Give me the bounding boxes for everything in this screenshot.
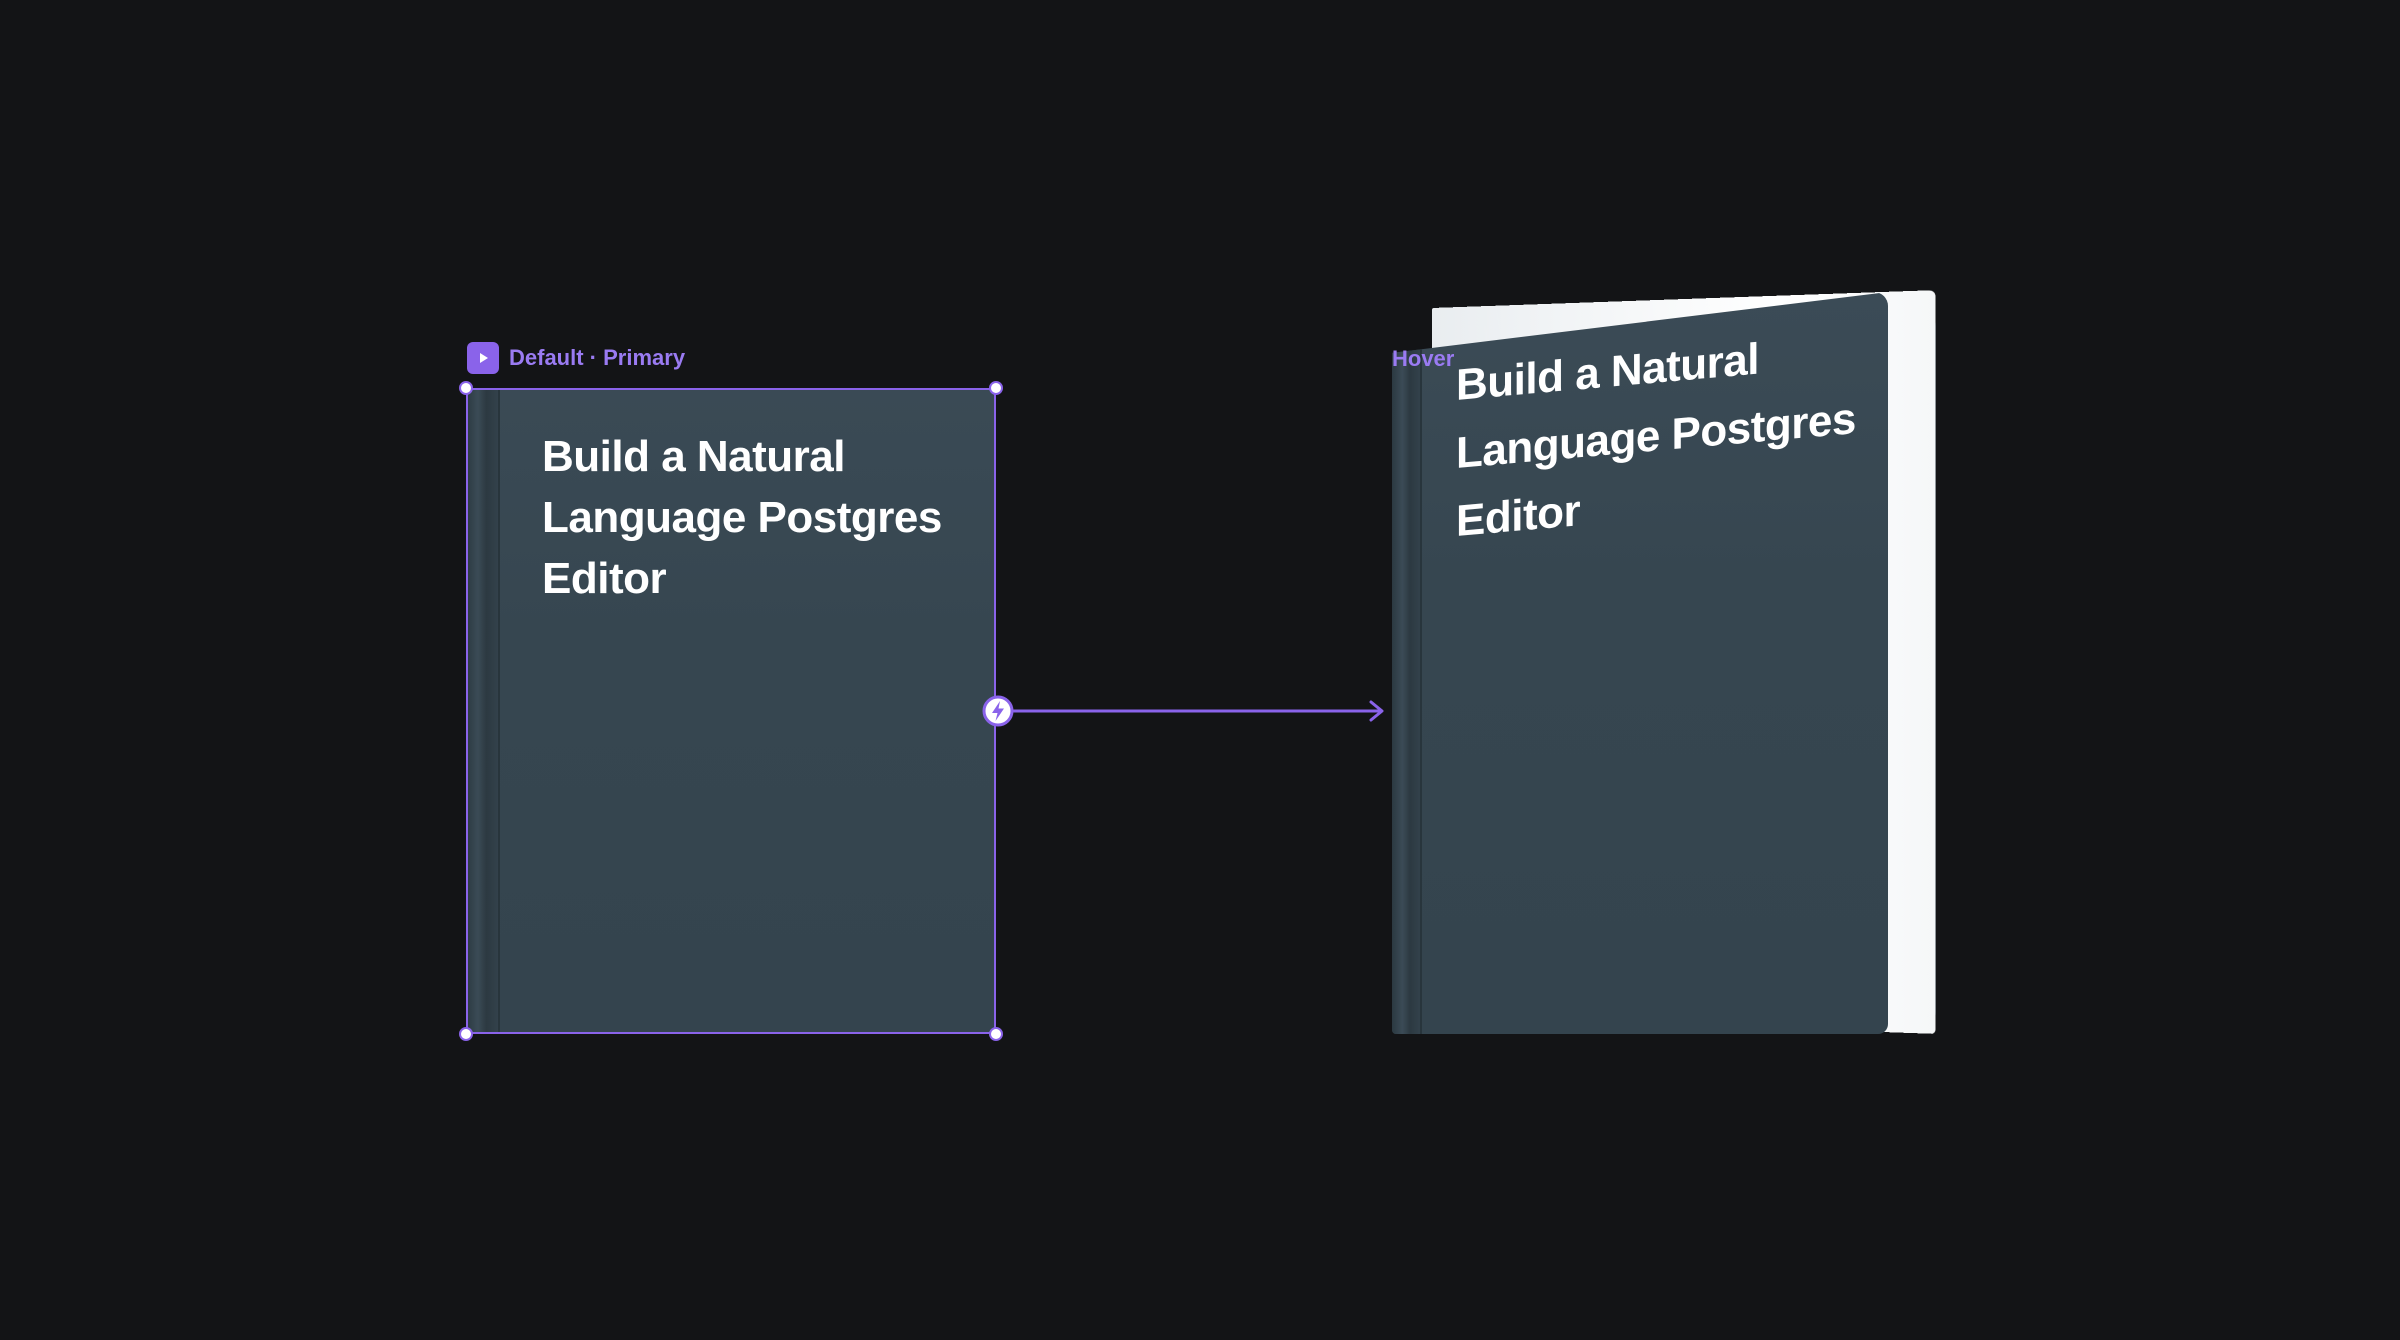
resize-handle-top-left[interactable] — [459, 381, 473, 395]
variant-hover[interactable]: Build a Natural Language Postgres Editor — [1392, 290, 1944, 1036]
variant-label-hover[interactable]: Hover — [1392, 346, 1454, 372]
variant-label-hover-text: Hover — [1392, 346, 1455, 371]
book-spine — [1392, 292, 1422, 1034]
resize-handle-top-right[interactable] — [989, 381, 1003, 395]
resize-handle-bottom-left[interactable] — [459, 1027, 473, 1041]
interaction-connector[interactable] — [981, 694, 1391, 728]
book-title-hover: Build a Natural Language Postgres Editor — [1456, 334, 1856, 546]
book-title-default: Build a Natural Language Postgres Editor — [542, 432, 942, 603]
book-cover-hover[interactable]: Build a Natural Language Postgres Editor — [1392, 292, 1888, 1034]
lightning-bolt-icon — [982, 695, 1014, 727]
play-component-icon — [467, 342, 499, 374]
book-spine — [466, 388, 500, 1034]
variant-label-default[interactable]: Default · Primary — [467, 342, 685, 374]
book-cover-default[interactable]: Build a Natural Language Postgres Editor — [466, 388, 996, 1034]
resize-handle-bottom-right[interactable] — [989, 1027, 1003, 1041]
variant-label-default-text: Default · Primary — [509, 345, 686, 370]
prototype-canvas: Default · Primary Build a Natural Langua… — [0, 0, 2400, 1340]
